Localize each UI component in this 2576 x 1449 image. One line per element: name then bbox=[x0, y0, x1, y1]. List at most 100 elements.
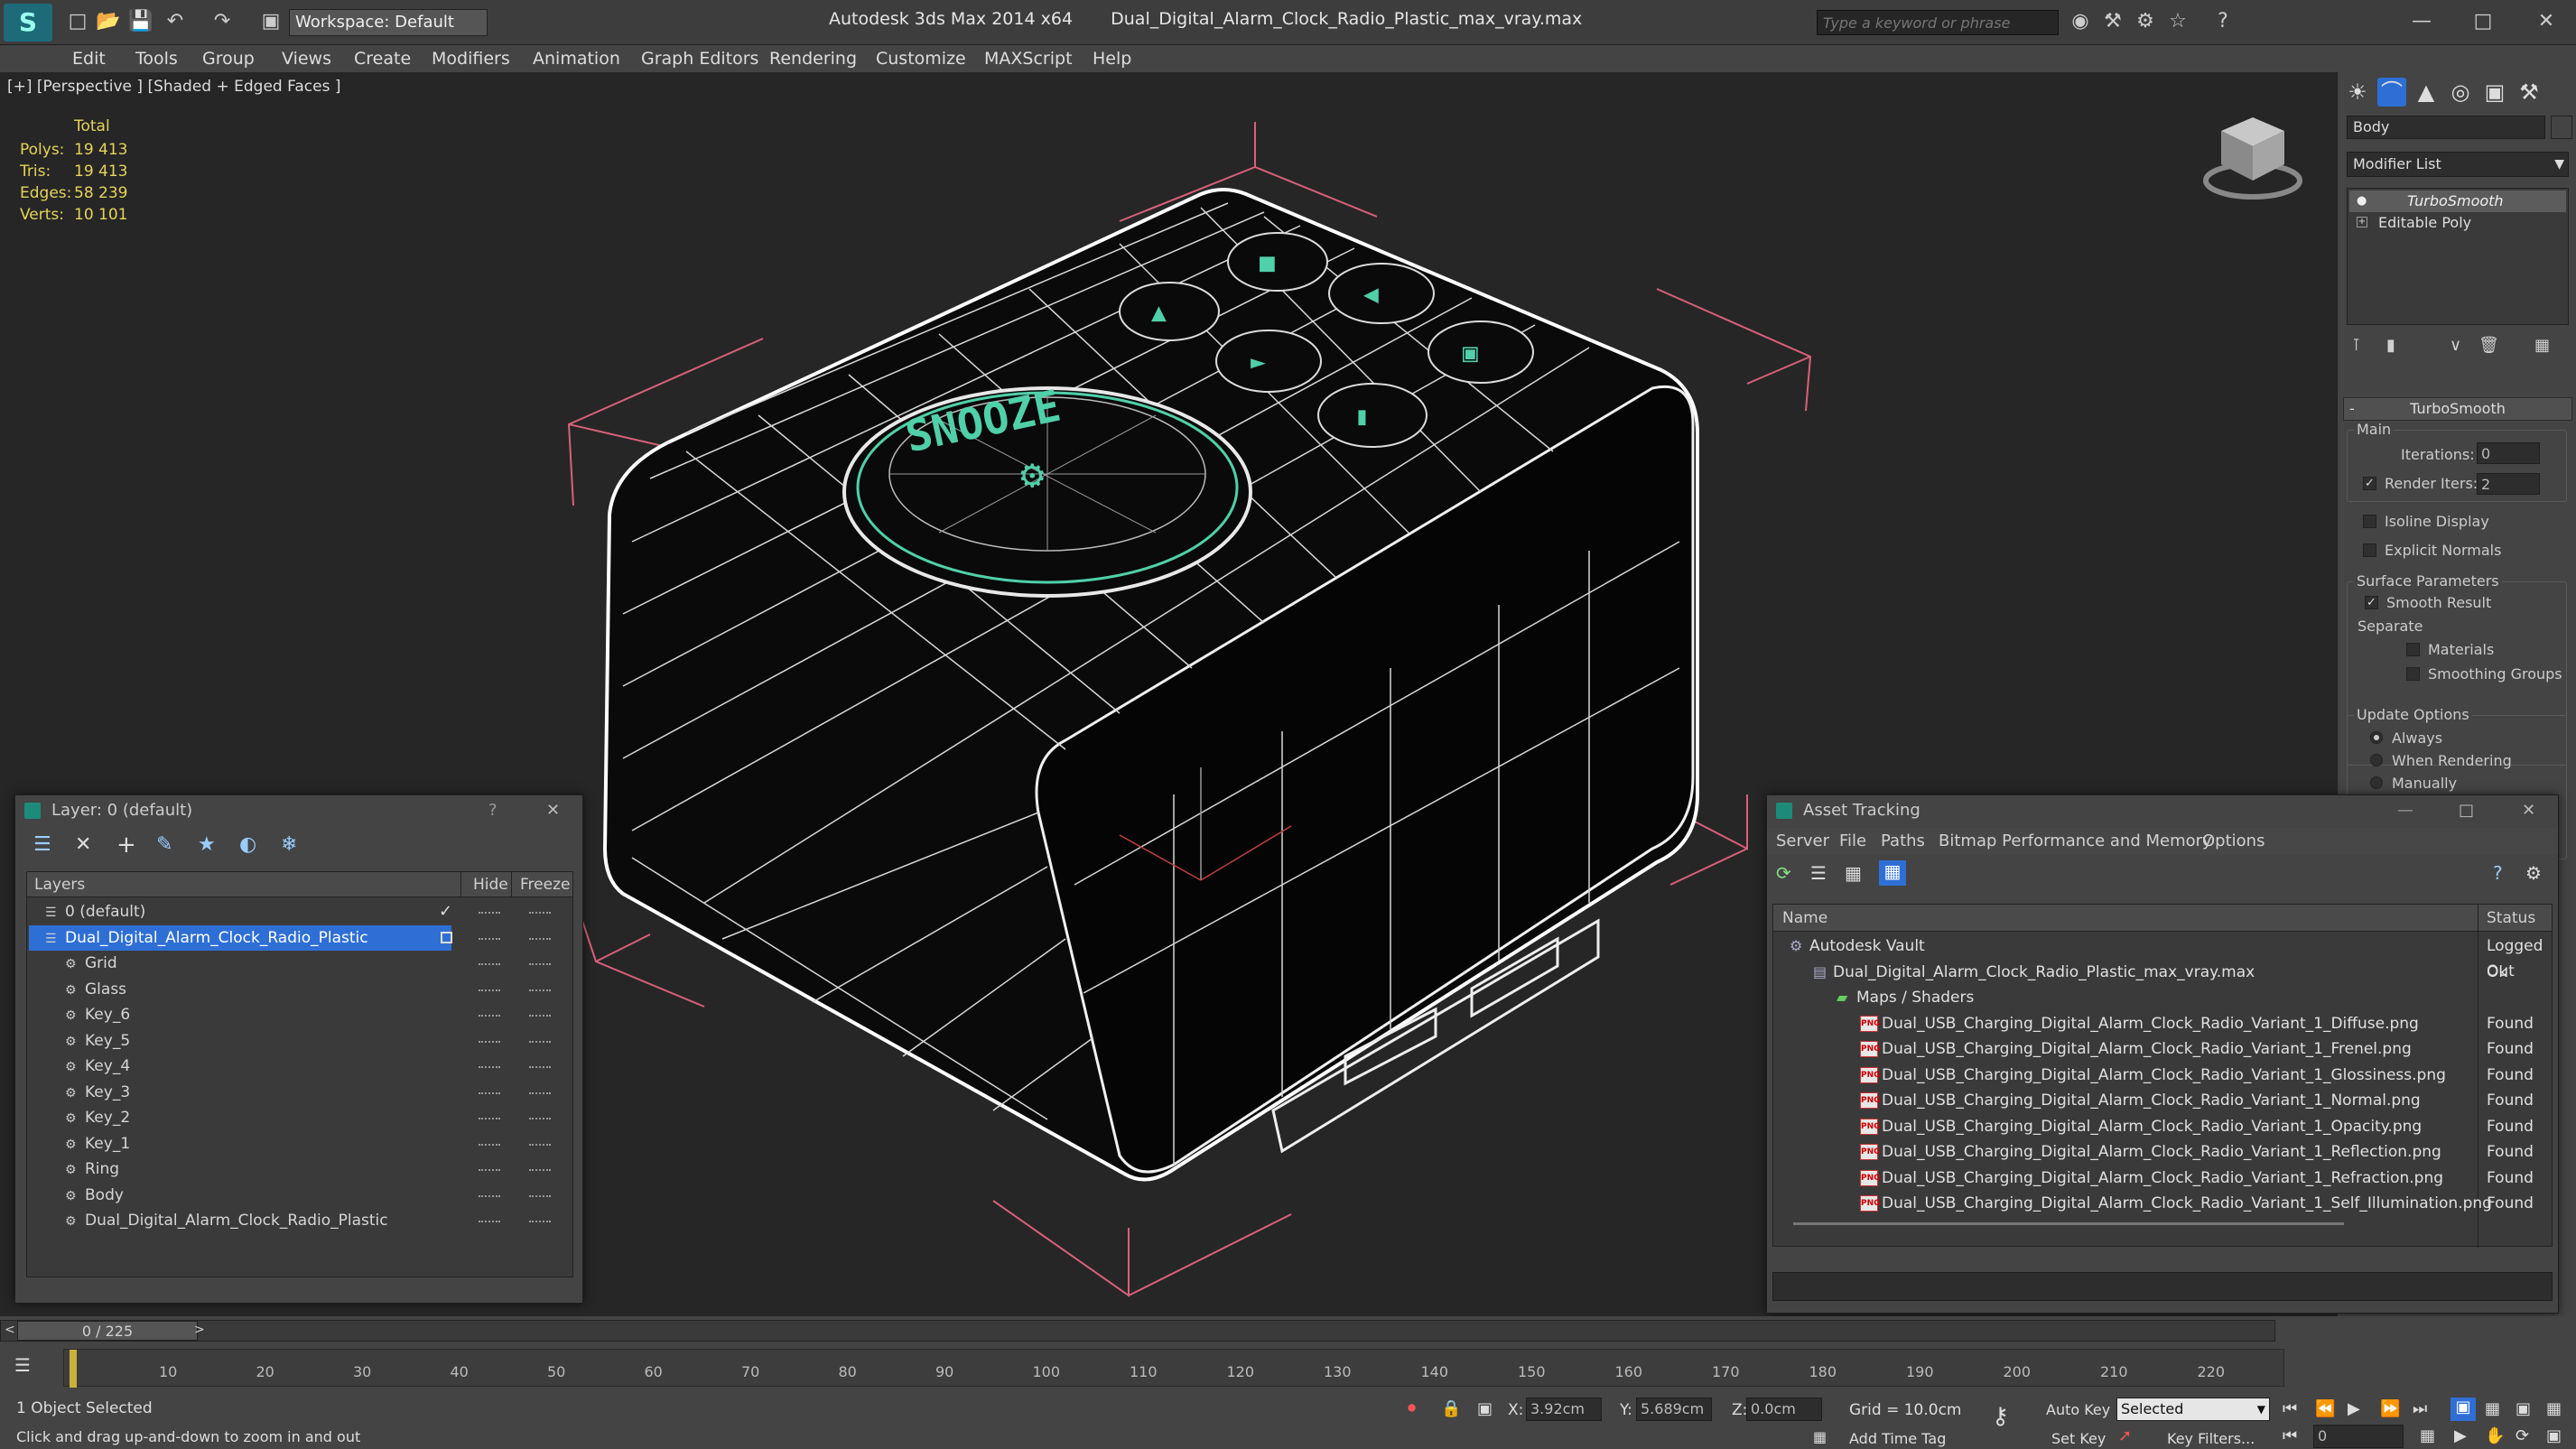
layer-row[interactable]: ☰ 0 (default) bbox=[29, 899, 451, 924]
asset-row[interactable]: PNGDual_USB_Charging_Digital_Alarm_Clock… bbox=[1860, 1139, 2441, 1165]
layer-object-row[interactable]: ⚙ Key_2 bbox=[29, 1105, 451, 1130]
set-current-layer-box[interactable] bbox=[441, 931, 452, 943]
asset-menu-server[interactable]: Server bbox=[1776, 828, 1829, 855]
menu-maxscript[interactable]: MAXScript bbox=[984, 45, 1073, 72]
asset-row[interactable]: PNGDual_USB_Charging_Digital_Alarm_Clock… bbox=[1860, 1114, 2422, 1139]
motion-tab-icon[interactable]: ◎ bbox=[2446, 78, 2475, 107]
next-key-icon[interactable]: ⏩ bbox=[2380, 1399, 2400, 1418]
asset-row[interactable]: PNGDual_USB_Charging_Digital_Alarm_Clock… bbox=[1860, 1063, 2446, 1088]
tools-icon[interactable]: ⚒ bbox=[2100, 9, 2125, 34]
configure-sets-icon[interactable]: ▦ bbox=[2534, 336, 2550, 355]
menu-animation[interactable]: Animation bbox=[533, 45, 620, 72]
freeze-toggle[interactable] bbox=[529, 963, 551, 967]
auto-key-button[interactable]: Auto Key bbox=[2046, 1401, 2110, 1418]
go-to-end-icon[interactable]: ⏭ bbox=[2413, 1399, 2427, 1418]
hide-toggle[interactable] bbox=[479, 1194, 500, 1199]
col-name[interactable]: Name bbox=[1782, 905, 1827, 932]
add-time-tag[interactable]: Add Time Tag bbox=[1849, 1430, 1946, 1447]
layer-object-row[interactable]: ⚙ Key_6 bbox=[29, 1002, 451, 1027]
asset-row[interactable]: PNGDual_USB_Charging_Digital_Alarm_Clock… bbox=[1860, 1088, 2421, 1113]
minimize-icon[interactable]: — bbox=[2397, 795, 2413, 826]
z-coordinate-field[interactable]: 0.0cm bbox=[1746, 1398, 1822, 1421]
hide-toggle[interactable] bbox=[479, 1221, 500, 1224]
x-coordinate-field[interactable]: 3.92cm bbox=[1526, 1398, 1602, 1421]
asset-row[interactable]: ⚙ Autodesk Vault bbox=[1790, 933, 1925, 959]
arc-rotate-icon[interactable]: ⟳ bbox=[2516, 1426, 2529, 1445]
hide-all-icon[interactable]: ◐ bbox=[239, 833, 256, 856]
play-icon[interactable]: ▶ bbox=[2348, 1399, 2360, 1418]
lock-icon[interactable]: 🔒 bbox=[1441, 1399, 1461, 1418]
list-view-icon[interactable]: ☰ bbox=[1810, 862, 1827, 884]
freeze-toggle[interactable] bbox=[529, 1221, 551, 1224]
freeze-toggle[interactable] bbox=[529, 1143, 551, 1147]
display-tab-icon[interactable]: ▣ bbox=[2480, 78, 2509, 107]
time-tag-icon[interactable]: ▦ bbox=[1813, 1428, 1827, 1445]
workspace-dropdown[interactable]: Workspace: Default bbox=[289, 9, 488, 36]
freeze-toggle[interactable] bbox=[529, 937, 551, 942]
hide-toggle[interactable] bbox=[479, 989, 500, 993]
new-layer-icon[interactable]: ☰ bbox=[33, 833, 51, 856]
manually-radio[interactable] bbox=[2370, 776, 2383, 789]
asset-row[interactable]: PNGDual_USB_Charging_Digital_Alarm_Clock… bbox=[1860, 1166, 2443, 1191]
asset-menu-bitmap[interactable]: Bitmap Performance and Memory bbox=[1939, 828, 2212, 855]
absolute-mode-icon[interactable]: ▣ bbox=[1477, 1399, 1493, 1418]
maximize-toggle-icon[interactable]: ▣ bbox=[2546, 1426, 2562, 1445]
menu-rendering[interactable]: Rendering bbox=[769, 45, 857, 72]
new-file-icon[interactable]: □ bbox=[65, 9, 90, 34]
freeze-toggle[interactable] bbox=[529, 912, 551, 915]
freeze-toggle[interactable] bbox=[529, 989, 551, 993]
hide-toggle[interactable] bbox=[479, 912, 500, 915]
project-folder-icon[interactable]: ▣ bbox=[258, 9, 284, 34]
freeze-toggle[interactable] bbox=[529, 1040, 551, 1045]
minimize-icon[interactable]: — bbox=[2409, 9, 2434, 34]
layer-object-row[interactable]: ⚙ Key_3 bbox=[29, 1080, 451, 1105]
freeze-all-icon[interactable]: ❄ bbox=[281, 833, 297, 856]
asset-path-field[interactable] bbox=[1772, 1272, 2553, 1301]
always-radio[interactable] bbox=[2370, 731, 2383, 744]
explicit-normals-checkbox[interactable] bbox=[2363, 543, 2376, 557]
close-icon[interactable]: ✕ bbox=[2522, 795, 2535, 826]
key-icon[interactable]: ⚷ bbox=[1992, 1403, 2009, 1430]
key-mode-icon[interactable]: ⏮ bbox=[2283, 1426, 2297, 1445]
asset-row[interactable]: ▰ Maps / Shaders bbox=[1837, 985, 1974, 1010]
hierarchy-tab-icon[interactable]: ▲ bbox=[2412, 78, 2441, 107]
menu-modifiers[interactable]: Modifiers bbox=[432, 45, 510, 72]
zoom-all-icon[interactable]: ▦ bbox=[2485, 1399, 2500, 1418]
prev-key-icon[interactable]: ⏪ bbox=[2315, 1399, 2335, 1418]
time-slider[interactable]: < 0 / 225 > bbox=[0, 1320, 2275, 1342]
lightbulb-icon[interactable]: ● bbox=[2357, 190, 2367, 212]
search-input[interactable] bbox=[1818, 11, 2058, 34]
set-key-button[interactable]: Set Key bbox=[2051, 1430, 2106, 1447]
menu-customize[interactable]: Customize bbox=[876, 45, 966, 72]
rollout-header[interactable]: - TurboSmooth bbox=[2343, 397, 2572, 421]
col-freeze[interactable]: Freeze bbox=[520, 872, 570, 897]
col-status[interactable]: Status bbox=[2487, 905, 2535, 932]
asset-row[interactable]: ▤ Dual_Digital_Alarm_Clock_Radio_Plastic_… bbox=[1813, 960, 2255, 985]
maximize-icon[interactable]: □ bbox=[2470, 9, 2496, 34]
layer-object-row[interactable]: ⚙ Glass bbox=[29, 977, 451, 1002]
render-iters-checkbox[interactable]: ✓ bbox=[2363, 477, 2376, 490]
hide-toggle[interactable] bbox=[479, 963, 500, 967]
layer-object-row[interactable]: ⚙ Dual_Digital_Alarm_Clock_Radio_Plastic bbox=[29, 1208, 451, 1233]
go-to-start-icon[interactable]: ⏮ bbox=[2283, 1399, 2297, 1418]
materials-checkbox[interactable] bbox=[2406, 643, 2420, 656]
freeze-toggle[interactable] bbox=[529, 1169, 551, 1173]
show-end-result-icon[interactable]: ▮ bbox=[2386, 336, 2395, 355]
freeze-toggle[interactable] bbox=[529, 1091, 551, 1096]
menu-create[interactable]: Create bbox=[354, 45, 411, 72]
layer-object-row[interactable]: ⚙ Key_5 bbox=[29, 1028, 451, 1054]
table-view-icon[interactable]: ▦ bbox=[1879, 860, 1906, 886]
app-logo[interactable]: S bbox=[4, 4, 52, 42]
help-icon[interactable]: ? bbox=[488, 795, 498, 826]
add-to-layer-icon[interactable]: + bbox=[116, 831, 136, 859]
set-key-icon[interactable]: ➚ bbox=[2118, 1426, 2132, 1445]
layer-object-row[interactable]: ⚙ Grid bbox=[29, 951, 451, 976]
redo-icon[interactable]: ↷ bbox=[209, 9, 235, 34]
asset-row[interactable]: PNGDual_USB_Charging_Digital_Alarm_Clock… bbox=[1860, 1036, 2412, 1062]
delete-layer-icon[interactable]: ✕ bbox=[75, 833, 91, 856]
menu-group[interactable]: Group bbox=[202, 45, 255, 72]
object-name-field[interactable]: Body bbox=[2347, 116, 2545, 139]
pan-icon[interactable]: ✋ bbox=[2485, 1426, 2505, 1445]
modifier-list-dropdown[interactable]: Modifier List ▼ bbox=[2347, 152, 2569, 177]
layer-object-row[interactable]: ⚙ Body bbox=[29, 1183, 451, 1208]
